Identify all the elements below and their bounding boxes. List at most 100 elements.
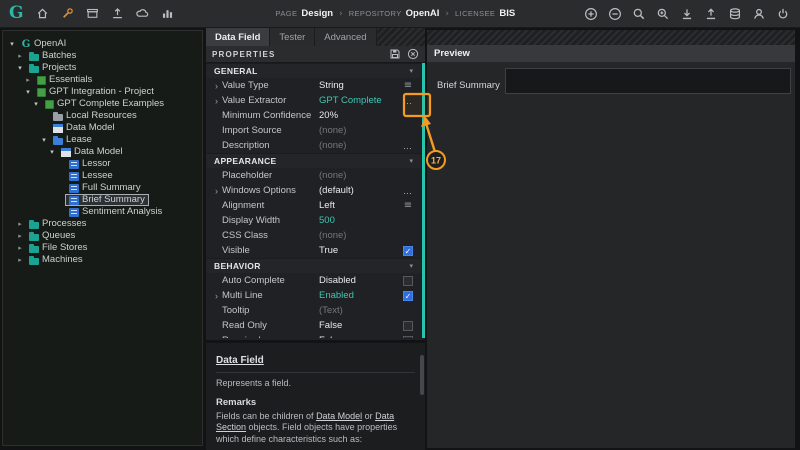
cloud-icon[interactable] bbox=[134, 5, 151, 22]
tree-item-lessor[interactable]: Lessor bbox=[3, 158, 202, 170]
zoom-icon[interactable] bbox=[654, 5, 671, 22]
tree-item-gpt-integration-project[interactable]: ▾ GPT Integration - Project bbox=[3, 86, 202, 98]
search-icon[interactable] bbox=[630, 5, 647, 22]
expand-icon[interactable]: › bbox=[211, 186, 222, 196]
tree-item-local-resources[interactable]: Local Resources bbox=[3, 110, 202, 122]
property-row-multi-line[interactable]: › Multi Line Enabled ✓ bbox=[206, 288, 421, 303]
expand-icon[interactable]: › bbox=[211, 291, 222, 301]
checkbox-unchecked[interactable] bbox=[403, 275, 413, 286]
add-circle-icon[interactable] bbox=[582, 5, 599, 22]
ellipsis-button[interactable]: … bbox=[403, 96, 413, 106]
help-scrollbar[interactable] bbox=[420, 355, 424, 395]
tree-item-batches[interactable]: ▸ Batches bbox=[3, 50, 202, 62]
properties-scrollbar[interactable] bbox=[422, 63, 425, 338]
breadcrumb-licensee[interactable]: BIS bbox=[499, 8, 515, 19]
upload-icon[interactable] bbox=[702, 5, 719, 22]
export-icon[interactable] bbox=[109, 5, 126, 22]
property-row-auto-complete[interactable]: Auto Complete Disabled bbox=[206, 273, 421, 288]
tree-item-machines[interactable]: ▸ Machines bbox=[3, 254, 202, 266]
properties-panel: Data Field Tester Advanced PROPERTIES GENE… bbox=[206, 28, 425, 450]
property-row-required[interactable]: RequiredFalse bbox=[206, 333, 421, 338]
database-icon[interactable] bbox=[726, 5, 743, 22]
tree-item-lessee[interactable]: Lessee bbox=[3, 170, 202, 182]
tree-item-essentials[interactable]: ▸ Essentials bbox=[3, 74, 202, 86]
tree-expander-icon[interactable]: ▸ bbox=[15, 232, 25, 240]
property-section-appearance[interactable]: APPEARANCE ▾ bbox=[206, 153, 421, 168]
tree-expander-icon[interactable]: ▾ bbox=[47, 148, 57, 156]
save-icon[interactable] bbox=[389, 48, 401, 60]
tree-item-label: Local Resources bbox=[66, 110, 137, 121]
minus-circle-icon[interactable] bbox=[606, 5, 623, 22]
breadcrumb-repository[interactable]: OpenAI bbox=[406, 8, 440, 19]
property-row-value-type[interactable]: › Value Type String ≡ bbox=[206, 78, 421, 93]
property-row-visible[interactable]: Visible True ✓ bbox=[206, 243, 421, 258]
property-row-read-only[interactable]: Read Only False bbox=[206, 318, 421, 333]
download-icon[interactable] bbox=[678, 5, 695, 22]
tree-expander-icon[interactable]: ▾ bbox=[7, 40, 17, 48]
tree-expander-icon[interactable]: ▸ bbox=[15, 256, 25, 264]
tree-item-projects[interactable]: ▾ Projects bbox=[3, 62, 202, 74]
checkbox-checked[interactable]: ✓ bbox=[403, 290, 413, 301]
property-row-css-class[interactable]: CSS Class (none) bbox=[206, 228, 421, 243]
tree-item-full-summary[interactable]: Full Summary bbox=[3, 182, 202, 194]
expand-icon[interactable]: › bbox=[211, 96, 222, 106]
tree-item-label: Full Summary bbox=[82, 182, 141, 193]
tree-item-label: GPT Integration - Project bbox=[49, 86, 154, 97]
tree-expander-icon[interactable]: ▾ bbox=[31, 100, 41, 108]
tree-item-processes[interactable]: ▸ Processes bbox=[3, 218, 202, 230]
tree-item-data-model[interactable]: ▾ Data Model bbox=[3, 146, 202, 158]
property-row-import-source[interactable]: Import Source (none) bbox=[206, 123, 421, 138]
power-icon[interactable] bbox=[774, 5, 791, 22]
tab-data-field[interactable]: Data Field bbox=[206, 28, 271, 46]
tree-item-label: Queues bbox=[42, 230, 76, 241]
tree-item-queues[interactable]: ▸ Queues bbox=[3, 230, 202, 242]
ellipsis-button[interactable]: … bbox=[403, 186, 413, 196]
tab-advanced[interactable]: Advanced bbox=[315, 28, 377, 46]
property-row-description[interactable]: Description (none)… bbox=[206, 138, 421, 153]
tree-item-gpt-complete-examples[interactable]: ▾ GPT Complete Examples bbox=[3, 98, 202, 110]
tree-item-data-model[interactable]: Data Model bbox=[3, 122, 202, 134]
tree-item-label: Lessee bbox=[82, 170, 113, 181]
tree-item-sentiment-analysis[interactable]: Sentiment Analysis bbox=[3, 206, 202, 218]
batches-icon[interactable] bbox=[84, 5, 101, 22]
property-section-general[interactable]: GENERAL ▾ bbox=[206, 63, 421, 78]
dropdown-icon[interactable]: ≡ bbox=[404, 80, 412, 91]
ellipsis-button[interactable]: … bbox=[403, 141, 413, 151]
property-row-display-width[interactable]: Display Width 500 bbox=[206, 213, 421, 228]
tree-expander-icon[interactable]: ▸ bbox=[23, 76, 33, 84]
checkbox-unchecked[interactable] bbox=[403, 320, 413, 331]
property-row-windows-options[interactable]: › Windows Options (default)… bbox=[206, 183, 421, 198]
tab-tester[interactable]: Tester bbox=[270, 28, 316, 46]
close-icon[interactable] bbox=[407, 48, 419, 60]
tree-item-lease[interactable]: ▾ Lease bbox=[3, 134, 202, 146]
expand-icon[interactable]: › bbox=[211, 81, 222, 91]
tree-item-brief-summary[interactable]: Brief Summary bbox=[3, 194, 202, 206]
help-title-link[interactable]: Data Field bbox=[216, 355, 264, 366]
checkbox-checked[interactable]: ✓ bbox=[403, 245, 413, 256]
dropdown-icon[interactable]: ≡ bbox=[404, 200, 412, 211]
tree-node: Data Model bbox=[57, 146, 127, 158]
tools-icon[interactable] bbox=[59, 5, 76, 22]
tree-expander-icon[interactable]: ▸ bbox=[15, 244, 25, 252]
checkbox-unchecked[interactable] bbox=[403, 335, 413, 338]
tree-expander-icon[interactable]: ▾ bbox=[23, 88, 33, 96]
user-icon[interactable] bbox=[750, 5, 767, 22]
tree-item-file-stores[interactable]: ▸ File Stores bbox=[3, 242, 202, 254]
stats-icon[interactable] bbox=[159, 5, 176, 22]
property-row-value-extractor[interactable]: › Value Extractor GPT Complete… bbox=[206, 93, 421, 108]
tree-expander-icon[interactable]: ▸ bbox=[15, 52, 25, 60]
property-row-placeholder[interactable]: Placeholder (none) bbox=[206, 168, 421, 183]
property-row-tooltip[interactable]: Tooltip (Text) bbox=[206, 303, 421, 318]
help-link-data-model[interactable]: Data Model bbox=[316, 411, 362, 421]
tree-item-openai[interactable]: ▾ G OpenAI bbox=[3, 38, 202, 50]
tree-expander-icon[interactable]: ▾ bbox=[39, 136, 49, 144]
preview-field-input[interactable] bbox=[505, 68, 791, 94]
tree-expander-icon[interactable]: ▸ bbox=[15, 220, 25, 228]
breadcrumb-page[interactable]: Design bbox=[301, 8, 333, 19]
property-row-alignment[interactable]: Alignment Left ≡ bbox=[206, 198, 421, 213]
property-section-behavior[interactable]: BEHAVIOR ▾ bbox=[206, 258, 421, 273]
property-row-minimum-confidence[interactable]: Minimum Confidence 20% bbox=[206, 108, 421, 123]
data-model-icon bbox=[61, 147, 71, 157]
home-icon[interactable] bbox=[34, 5, 51, 22]
tree-expander-icon[interactable]: ▾ bbox=[15, 64, 25, 72]
